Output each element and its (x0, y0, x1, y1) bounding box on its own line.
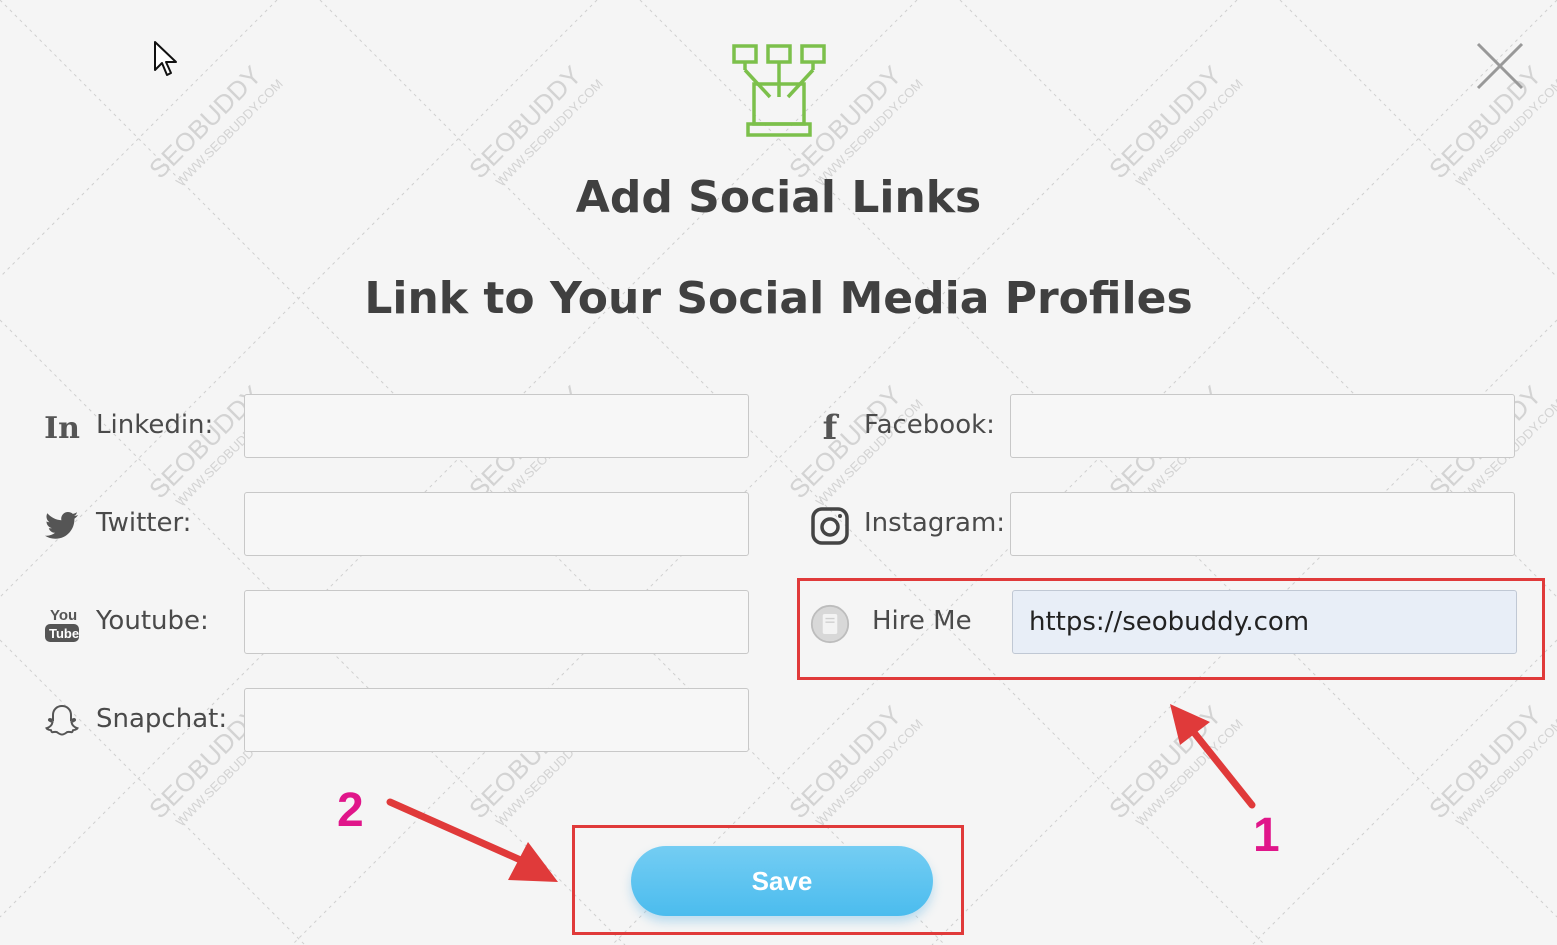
youtube-row: You Tube Youtube: (42, 590, 752, 658)
hire-me-row: Hire Me (810, 590, 1520, 658)
dialog-title: Add Social Links (575, 172, 982, 223)
mouse-cursor-icon (154, 41, 177, 76)
svg-text:Tube: Tube (49, 626, 79, 641)
instagram-row: Instagram: (810, 492, 1520, 560)
facebook-input[interactable] (1010, 394, 1515, 458)
annotation-arrow-1 (1170, 704, 1256, 809)
linkedin-icon: In (44, 410, 80, 446)
twitter-icon (42, 506, 82, 546)
twitter-row: Twitter: (42, 492, 752, 560)
youtube-icon: You Tube (42, 604, 82, 644)
hire-me-label: Hire Me (872, 606, 972, 636)
hire-me-icon (810, 604, 850, 644)
twitter-input[interactable] (244, 492, 749, 556)
watermark-brand: SEOBUDDY (1103, 700, 1227, 824)
instagram-icon (810, 506, 850, 546)
hire-me-input[interactable] (1012, 590, 1517, 654)
watermark-url: WWW.SEOBUDDY.COM (1133, 716, 1246, 829)
facebook-label: Facebook: (864, 410, 995, 440)
watermark-brand: SEOBUDDY (1423, 700, 1547, 824)
twitter-label: Twitter: (96, 508, 192, 538)
facebook-row: f Facebook: (810, 394, 1520, 462)
youtube-label: Youtube: (96, 606, 209, 636)
annotation-number-2: 2 (337, 784, 364, 837)
annotation-arrow-2 (386, 798, 558, 882)
instagram-input[interactable] (1010, 492, 1515, 556)
dialog-subtitle: Link to Your Social Media Profiles (364, 273, 1193, 324)
snapchat-row: Snapchat: (42, 688, 752, 756)
snapchat-label: Snapchat: (96, 704, 228, 734)
watermark-brand: SEOBUDDY (463, 60, 587, 184)
network-laptop-icon (732, 44, 826, 137)
snapchat-input[interactable] (244, 688, 749, 752)
watermark-brand: SEOBUDDY (783, 700, 907, 824)
facebook-icon: f (822, 408, 838, 448)
linkedin-row: In Linkedin: (42, 394, 752, 462)
svg-text:You: You (50, 607, 77, 624)
linkedin-input[interactable] (244, 394, 749, 458)
annotation-number-1: 1 (1253, 809, 1280, 862)
linkedin-label: Linkedin: (96, 410, 214, 440)
youtube-input[interactable] (244, 590, 749, 654)
instagram-label: Instagram: (864, 508, 1006, 538)
watermark-url: WWW.SEOBUDDY.COM (813, 716, 926, 829)
watermark-url: WWW.SEOBUDDY.COM (1453, 716, 1557, 829)
watermark-brand: SEOBUDDY (1103, 60, 1227, 184)
save-button[interactable]: Save (631, 846, 933, 916)
add-social-links-dialog: SEOBUDDY WWW.SEOBUDDY.COM SEOBUDDY WWW.SEO… (0, 0, 1557, 945)
close-icon[interactable] (1474, 40, 1526, 92)
snapchat-icon (42, 702, 82, 742)
